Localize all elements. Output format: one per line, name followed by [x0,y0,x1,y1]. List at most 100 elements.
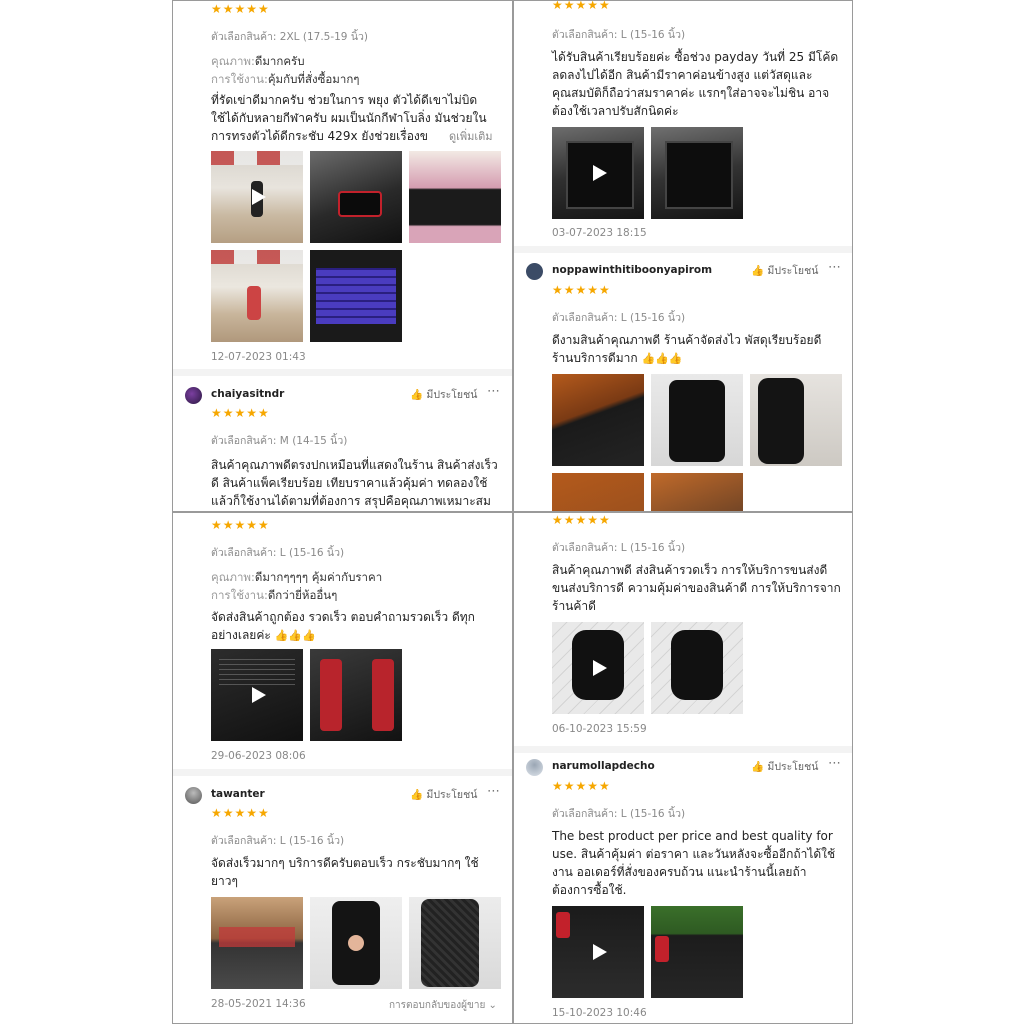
review-date: 28-05-2021 14:36 [211,998,306,1010]
quality-value: ดีมากครับ [254,54,305,68]
more-options-icon[interactable]: ⋯ [487,384,500,399]
review-date: 29-06-2023 08:06 [211,750,306,762]
variant-value: 2XL (17.5-19 นิ้ว) [279,31,368,43]
variant-row: ตัวเลือกสินค้า: L (15-16 นิ้ว) [211,544,344,561]
review-video[interactable] [211,649,303,741]
review-text: The best product per price and best qual… [552,829,836,897]
usage-value: คุ้มกับที่สั่งซื้อมากๆ [267,72,360,86]
review-photo[interactable] [651,622,743,714]
review-text: สินค้าคุณภาพดีตรงปกเหมือนที่แสดงในร้าน ส… [211,458,498,508]
thumbs-up-emoji: 👍👍👍 [641,352,683,365]
quality-row: คุณภาพ:ดีมากๆๆๆๆ คุ้มค่ากับราคา [211,569,382,587]
username[interactable]: noppawinthitiboonyapirom [552,264,712,276]
review-photo[interactable] [310,897,402,989]
variant-label: ตัวเลือกสินค้า: [552,312,618,324]
review-text: จัดส่งเร็วมากๆ บริการดีครับตอบเร็ว กระชั… [211,856,479,888]
variant-row: ตัวเลือกสินค้า: L (15-16 นิ้ว) [552,805,685,822]
variant-value: L (15-16 นิ้ว) [620,808,686,820]
quality-row: คุณภาพ:ดีมากครับ [211,53,305,71]
thumbs-up-icon: 👍 [410,789,424,801]
review-photo[interactable] [750,374,842,466]
variant-label: ตัวเลือกสินค้า: [211,435,277,447]
seller-reply-toggle[interactable]: การตอบกลับของผู้ขาย ⌄ [389,998,497,1013]
usage-label: การใช้งาน: [211,72,268,86]
more-options-icon[interactable]: ⋯ [828,260,841,275]
review-photo[interactable] [310,151,402,243]
variant-value: L (15-16 นิ้ว) [279,547,345,559]
helpful-button[interactable]: 👍 มีประโยชน์ [410,786,477,803]
variant-label: ตัวเลือกสินค้า: [552,542,618,554]
review-text: จัดส่งสินค้าถูกต้อง รวดเร็ว ตอบคำถามรวดเ… [211,608,491,645]
more-options-icon[interactable]: ⋯ [487,784,500,799]
usage-label: การใช้งาน: [211,588,268,602]
review-video[interactable] [552,906,644,998]
review-photo[interactable] [211,250,303,342]
review-photo[interactable] [211,897,303,989]
review-divider [173,769,512,776]
variant-row: ตัวเลือกสินค้า: 2XL (17.5-19 นิ้ว) [211,28,368,45]
usage-row: การใช้งาน:คุ้มกับที่สั่งซื้อมากๆ [211,71,359,89]
variant-value: L (15-16 นิ้ว) [620,542,686,554]
review-date: 06-10-2023 15:59 [552,723,647,735]
avatar[interactable] [185,787,202,804]
review-panel-2: ★★★★★ ตัวเลือกสินค้า: L (15-16 นิ้ว) ได้… [513,0,853,512]
review-date: 03-07-2023 18:15 [552,227,647,239]
review-divider [514,246,852,253]
avatar[interactable] [526,263,543,280]
variant-label: ตัวเลือกสินค้า: [211,547,277,559]
review-divider [173,369,512,376]
review-panel-3: ★★★★★ ตัวเลือกสินค้า: L (15-16 นิ้ว) คุณ… [172,512,513,1024]
review-text-content: จัดส่งสินค้าถูกต้อง รวดเร็ว ตอบคำถามรวดเ… [211,610,475,642]
thumbs-up-icon: 👍 [410,389,424,401]
variant-value: L (15-16 นิ้ว) [279,835,345,847]
review-date: 12-07-2023 01:43 [211,351,306,363]
review-photo[interactable] [651,374,743,466]
variant-label: ตัวเลือกสินค้า: [552,808,618,820]
thumbs-up-icon: 👍 [751,761,765,773]
helpful-button[interactable]: 👍 มีประโยชน์ [751,262,818,279]
variant-row: ตัวเลือกสินค้า: L (15-16 นิ้ว) [552,26,685,43]
variant-value: M (14-15 นิ้ว) [279,435,348,447]
review-panel-4: ★★★★★ ตัวเลือกสินค้า: L (15-16 นิ้ว) สิน… [513,512,853,1024]
helpful-label: มีประโยชน์ [767,761,819,773]
review-photo[interactable] [651,127,743,219]
review-text-content: ดีงามสินค้าคุณภาพดี ร้านค้าจัดส่งไว พัสด… [552,333,822,365]
review-photo[interactable] [651,473,743,511]
review-photo[interactable] [409,151,501,243]
see-more-link[interactable]: ดูเพิ่มเติม [443,127,493,145]
star-rating: ★★★★★ [552,779,611,793]
review-video[interactable] [552,622,644,714]
quality-label: คุณภาพ: [211,54,255,68]
helpful-button[interactable]: 👍 มีประโยชน์ [751,758,818,775]
review-text: ได้รับสินค้าเรียบร้อยค่ะ ซื้อช่วง payday… [552,50,839,118]
review-video[interactable] [211,151,303,243]
helpful-label: มีประโยชน์ [767,265,819,277]
review-photo[interactable] [651,906,743,998]
variant-label: ตัวเลือกสินค้า: [211,835,277,847]
variant-value: L (15-16 นิ้ว) [620,312,686,324]
avatar[interactable] [526,759,543,776]
star-rating: ★★★★★ [211,406,270,420]
avatar[interactable] [185,387,202,404]
helpful-label: มีประโยชน์ [426,789,478,801]
review-photo[interactable] [310,649,402,741]
star-rating: ★★★★★ [552,0,611,12]
more-options-icon[interactable]: ⋯ [828,756,841,771]
play-icon [593,660,607,676]
review-video[interactable] [552,127,644,219]
username[interactable]: narumollapdecho [552,760,655,772]
helpful-label: มีประโยชน์ [426,389,478,401]
variant-row: ตัวเลือกสินค้า: L (15-16 นิ้ว) [552,539,685,556]
helpful-button[interactable]: 👍 มีประโยชน์ [410,386,477,403]
star-rating: ★★★★★ [552,513,611,527]
review-text: ดีงามสินค้าคุณภาพดี ร้านค้าจัดส่งไว พัสด… [552,331,844,368]
review-photo[interactable] [310,250,402,342]
star-rating: ★★★★★ [552,283,611,297]
review-photo[interactable] [552,374,644,466]
play-icon [252,687,266,703]
review-panel-1: ★★★★★ ตัวเลือกสินค้า: 2XL (17.5-19 นิ้ว)… [172,0,513,512]
review-photo[interactable] [409,897,501,989]
username[interactable]: tawanter [211,788,265,800]
username[interactable]: chaiyasitndr [211,388,284,400]
review-photo[interactable] [552,473,644,511]
